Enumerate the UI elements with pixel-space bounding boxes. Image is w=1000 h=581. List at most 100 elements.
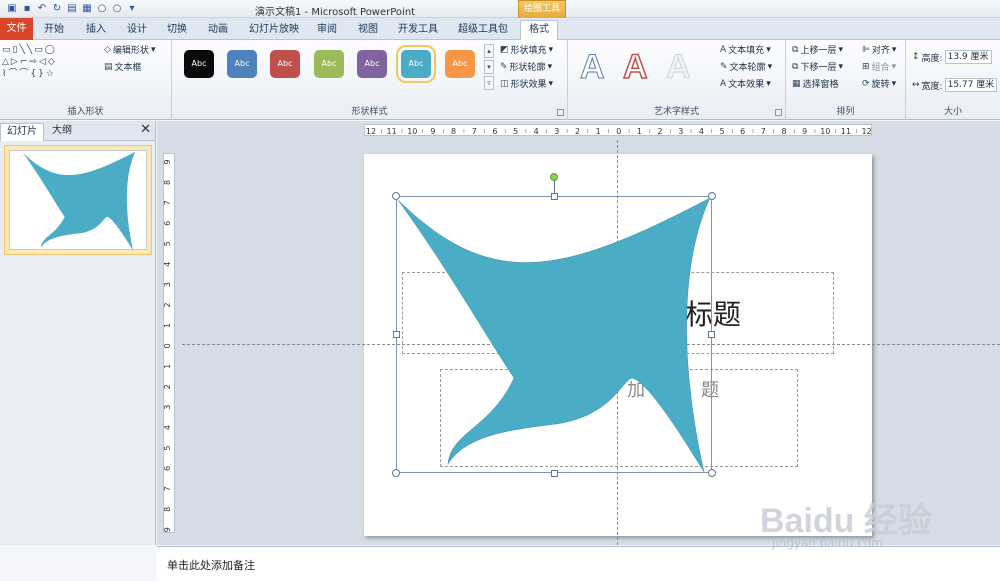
chevron-down-icon: ▾ <box>891 78 897 89</box>
shape-fill-button[interactable]: ◩ 形状填充 ▾ <box>500 43 553 57</box>
group-button[interactable]: ⊞ 组合 ▾ <box>862 60 896 74</box>
dialog-launcher-icon[interactable] <box>557 109 564 116</box>
ruler-tick-label: 5 <box>164 241 172 246</box>
ruler-tick-label: 4 <box>164 262 172 267</box>
tab-slideshow[interactable]: 幻灯片放映 <box>249 21 299 40</box>
scroll-down-icon[interactable]: ▾ <box>484 60 494 74</box>
shape-outline-button[interactable]: ✎ 形状轮廓 ▾ <box>500 60 552 74</box>
tab-outline[interactable]: 大纲 <box>46 123 78 141</box>
tab-transitions[interactable]: 切换 <box>167 21 187 40</box>
wordart-styles-group: A A A A 文本填充 ▾ ✎ 文本轮廓 ▾ A 文本效果 ▾ 艺术字样式 <box>568 40 786 120</box>
text-outline-label: 文本轮廓 <box>729 63 766 73</box>
resize-handle-top-left[interactable] <box>392 192 400 200</box>
slide-thumbnail-selected[interactable] <box>4 145 152 255</box>
vertical-ruler: 9 8 7 6 5 4 3 2 1 0 1 2 3 4 5 6 7 8 9 <box>163 153 175 533</box>
save-icon[interactable]: ▪ <box>21 2 33 14</box>
ruler-tick-label: 5 <box>513 127 518 136</box>
resize-handle-top[interactable] <box>551 193 558 200</box>
edit-shape-label: 编辑形状 <box>112 46 149 56</box>
height-input[interactable]: 13.9 厘米 <box>944 50 992 64</box>
more-icon[interactable]: ▿ <box>484 76 494 90</box>
customize-toolbar-icon[interactable]: ▾ <box>126 2 138 14</box>
resize-handle-bottom[interactable] <box>551 470 558 477</box>
circle-icon-2[interactable]: ○ <box>111 2 123 14</box>
tab-view[interactable]: 视图 <box>358 21 378 40</box>
style-swatch-purple[interactable]: Abc <box>357 50 387 78</box>
ruler-tick-label: 2 <box>575 127 580 136</box>
undo-icon[interactable]: ↶ <box>36 2 48 14</box>
tab-format[interactable]: 格式 <box>520 20 558 41</box>
wordart-style-light[interactable]: A <box>666 48 692 87</box>
text-box-button[interactable]: ▤ 文本框 <box>104 60 142 74</box>
wordart-style-outline[interactable]: A <box>580 48 606 87</box>
style-swatch-aqua[interactable]: Abc <box>396 45 436 83</box>
ruler-tick-label: 8 <box>451 127 456 136</box>
tab-animations[interactable]: 动画 <box>208 21 228 40</box>
ruler-tick-label: 7 <box>164 200 172 205</box>
ruler-tick-label: 7 <box>472 127 477 136</box>
chevron-down-icon: ▾ <box>767 61 773 72</box>
edit-shape-icon: ◇ <box>104 44 111 55</box>
chevron-down-icon: ▾ <box>838 61 843 72</box>
resize-handle-right[interactable] <box>708 331 715 338</box>
shape-effects-label: 形状效果 <box>510 80 547 90</box>
text-outline-button[interactable]: ✎ 文本轮廓 ▾ <box>720 60 773 74</box>
redo-icon[interactable]: ↻ <box>51 2 63 14</box>
scroll-up-icon[interactable]: ▴ <box>484 44 494 58</box>
send-backward-button[interactable]: ⧉ 下移一层 ▾ <box>792 60 843 74</box>
quick-access-toolbar: ▣ ▪ ↶ ↻ ▤ ▦ ○ ○ ▾ <box>6 2 138 14</box>
ruler-tick-label: 2 <box>164 384 172 389</box>
width-input[interactable]: 15.77 厘米 <box>944 78 998 92</box>
wordart-style-red[interactable]: A <box>622 47 648 87</box>
slide-thumbnail[interactable] <box>9 150 147 251</box>
ruler-tick-label: 6 <box>164 221 172 226</box>
rotate-button[interactable]: ⟳ 旋转 ▾ <box>862 77 897 91</box>
resize-handle-bottom-right[interactable] <box>708 469 716 477</box>
tab-file[interactable]: 文件 <box>0 18 33 40</box>
print-preview-icon[interactable]: ▤ <box>66 2 78 14</box>
selection-pane-button[interactable]: ▦ 选择窗格 <box>792 77 839 91</box>
ruler-tick-label: 1 <box>637 127 642 136</box>
app-icon[interactable]: ▣ <box>6 2 18 14</box>
tab-home[interactable]: 开始 <box>44 21 64 40</box>
rotation-handle[interactable] <box>550 173 558 181</box>
ruler-tick-label: 4 <box>164 425 172 430</box>
edit-shape-button[interactable]: ◇ 编辑形状 ▾ <box>104 43 155 57</box>
text-effects-button[interactable]: A 文本效果 ▾ <box>720 77 771 91</box>
resize-handle-top-right[interactable] <box>708 192 716 200</box>
style-swatch-black[interactable]: Abc <box>184 50 214 78</box>
shapes-gallery[interactable]: ▭▯╲╲▭◯ △▷⌐⇨◁◇ ⌇⌒⌒{}☆ <box>2 44 88 80</box>
tab-design[interactable]: 设计 <box>127 21 147 40</box>
resize-handle-bottom-left[interactable] <box>392 469 400 477</box>
tab-developer[interactable]: 开发工具 <box>398 21 438 40</box>
tab-slides[interactable]: 幻灯片 <box>0 123 44 141</box>
bring-forward-button[interactable]: ⧉ 上移一层 ▾ <box>792 43 843 57</box>
height-label: 高度: <box>921 53 943 64</box>
resize-handle-left[interactable] <box>393 331 400 338</box>
height-icon: ↕ <box>912 52 920 62</box>
shape-effects-button[interactable]: ◫ 形状效果 ▾ <box>500 77 553 91</box>
style-swatch-blue[interactable]: Abc <box>227 50 257 78</box>
text-outline-icon: ✎ <box>720 61 728 72</box>
ruler-tick-label: 11 <box>387 127 397 136</box>
chevron-down-icon: ▾ <box>766 44 771 55</box>
tab-review[interactable]: 审阅 <box>317 21 337 40</box>
dialog-launcher-icon[interactable] <box>775 109 782 116</box>
ruler-tick-label: 3 <box>164 282 172 287</box>
style-swatch-red[interactable]: Abc <box>270 50 300 78</box>
align-button[interactable]: ⊫ 对齐 ▾ <box>862 43 896 57</box>
ribbon: ▭▯╲╲▭◯ △▷⌐⇨◁◇ ⌇⌒⌒{}☆ ◇ 编辑形状 ▾ ▤ 文本框 插入形状 A… <box>0 40 1000 120</box>
style-swatch-orange[interactable]: Abc <box>445 50 475 78</box>
style-swatch-green[interactable]: Abc <box>314 50 344 78</box>
tab-super-toolkit[interactable]: 超级工具包 <box>458 21 508 40</box>
group-label: 组合 <box>871 63 890 73</box>
ruler-tick-label: 5 <box>164 445 172 450</box>
style-gallery-scroll[interactable]: ▴ ▾ ▿ <box>484 44 494 90</box>
tab-insert[interactable]: 插入 <box>86 21 106 40</box>
text-fill-button[interactable]: A 文本填充 ▾ <box>720 43 771 57</box>
ribbon-tabs: 文件 开始 插入 设计 切换 动画 幻灯片放映 审阅 视图 开发工具 超级工具包… <box>0 18 1000 41</box>
toolbar-icon[interactable]: ▦ <box>81 2 93 14</box>
close-icon[interactable]: ✕ <box>140 122 151 137</box>
ruler-tick-label: 1 <box>164 364 172 369</box>
circle-icon[interactable]: ○ <box>96 2 108 14</box>
